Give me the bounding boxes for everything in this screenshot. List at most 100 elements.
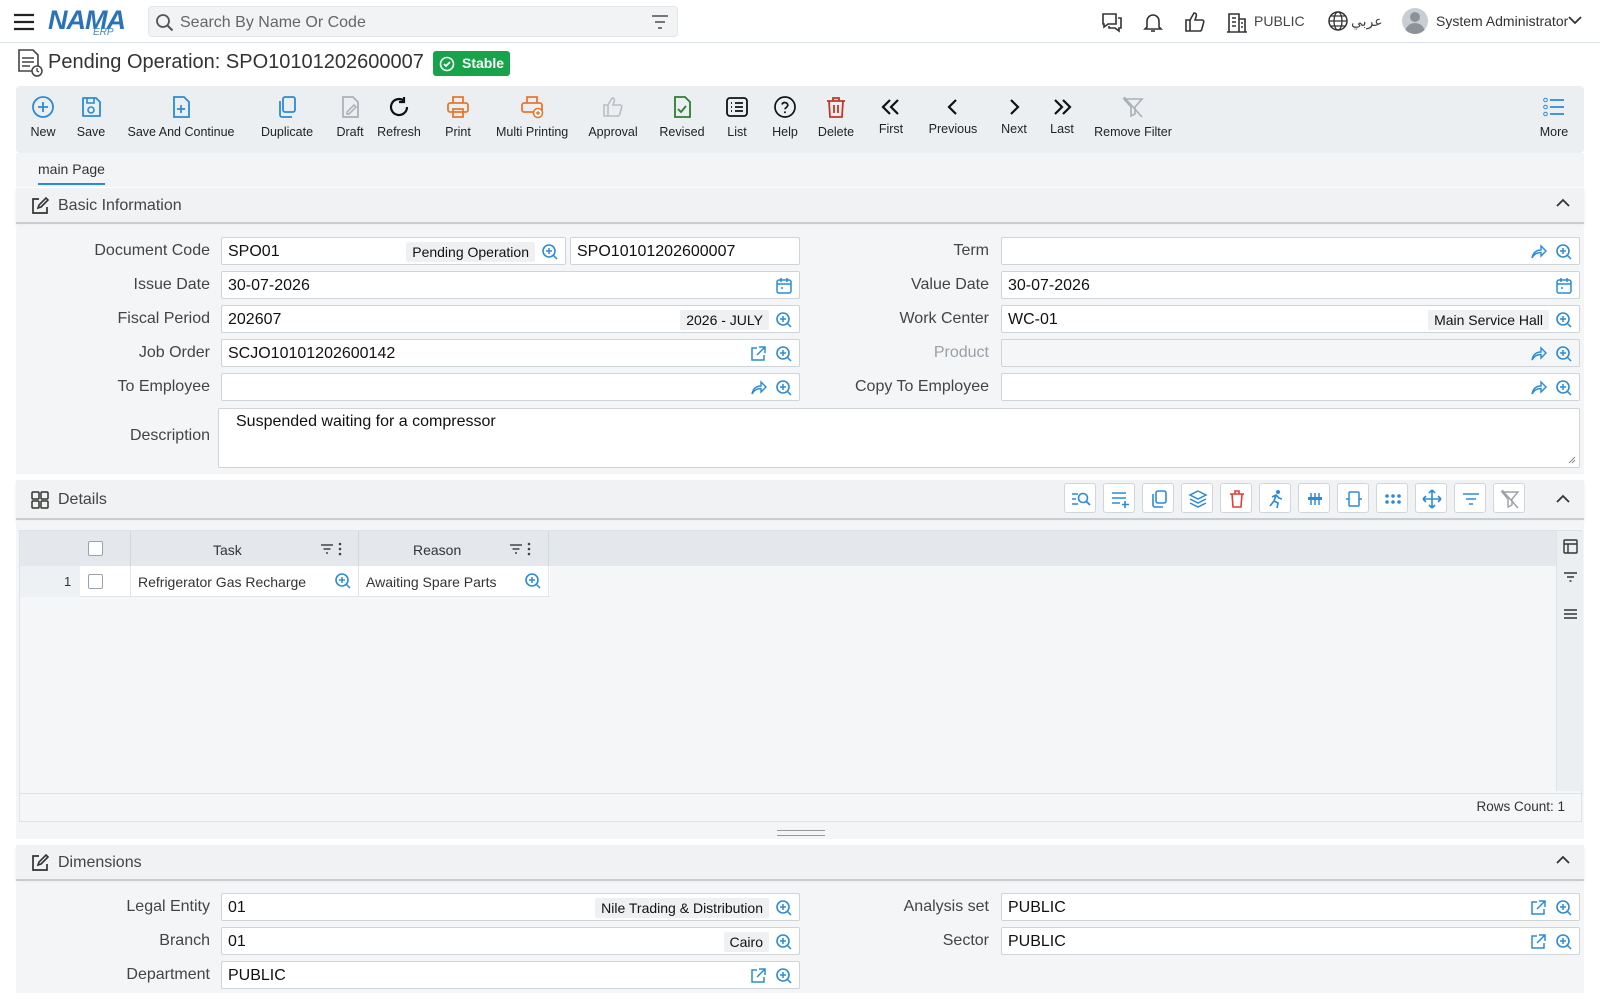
column-filter-icon[interactable] [320,543,334,555]
dots-grid-button[interactable] [1376,483,1408,513]
new-button[interactable]: New [24,86,62,153]
resize-handle-icon[interactable] [1566,454,1576,464]
value-date-field[interactable]: 30-07-2026 [1001,271,1580,299]
calendar-icon[interactable] [775,277,793,295]
to-employee-field[interactable] [221,373,800,401]
refresh-button[interactable]: Refresh [373,86,425,153]
lookup-icon[interactable] [334,572,352,590]
document-code-field[interactable]: SPO01 Pending Operation [221,237,566,265]
lookup-icon[interactable] [775,345,793,363]
bell-icon[interactable] [1141,10,1165,34]
external-link-icon[interactable] [1529,899,1547,917]
help-button[interactable]: Help [770,86,800,153]
chevron-up-icon[interactable] [1556,198,1570,208]
external-link-icon[interactable] [749,967,767,985]
issue-date-field[interactable]: 30-07-2026 [221,271,800,299]
search-input[interactable]: Search By Name Or Code [180,14,366,32]
menu-lines-icon[interactable] [1563,608,1578,620]
previous-button[interactable]: Previous [928,86,978,153]
fiscal-period-field[interactable]: 202607 2026 - JULY [221,305,800,333]
lookup-icon[interactable] [775,899,793,917]
external-link-icon[interactable] [1529,933,1547,951]
share-icon[interactable] [749,379,767,397]
term-field[interactable] [1001,237,1580,265]
resize-splitter[interactable] [777,830,825,836]
lookup-icon[interactable] [524,572,542,590]
globe-icon[interactable] [1327,10,1349,32]
calendar-icon[interactable] [1555,277,1573,295]
tab-main-page[interactable]: main Page [38,161,105,185]
first-button[interactable]: First [874,86,908,153]
job-order-field[interactable]: SCJO10101202600142 [221,339,800,367]
layers-button[interactable] [1181,483,1213,513]
sector-field[interactable]: PUBLIC [1001,927,1580,955]
app-logo[interactable]: NAMA ERP [48,3,132,38]
move-button[interactable] [1415,483,1447,513]
print-button[interactable]: Print [438,86,478,153]
column-header-reason[interactable]: Reason [413,542,461,558]
lookup-icon[interactable] [775,967,793,985]
table-row[interactable]: 1 Refrigerator Gas Recharge Awaiting Spa… [20,566,550,597]
task-cell[interactable]: Refrigerator Gas Recharge [138,574,306,590]
product-field[interactable] [1001,339,1580,367]
lookup-icon[interactable] [1555,933,1573,951]
external-link-icon[interactable] [749,345,767,363]
lookup-icon[interactable] [1555,899,1573,917]
global-search[interactable]: Search By Name Or Code [148,6,678,37]
select-all-checkbox[interactable] [88,541,103,556]
column-filter-icon[interactable] [509,543,523,555]
legal-entity-field[interactable]: 01 Nile Trading & Distribution [221,893,800,921]
basic-information-header[interactable]: Basic Information [16,188,1584,224]
avatar[interactable] [1402,8,1428,34]
column-menu-icon[interactable] [338,542,342,556]
department-field[interactable]: PUBLIC [221,961,800,989]
share-icon[interactable] [1529,345,1547,363]
merge-columns-button[interactable] [1298,483,1330,513]
draft-button[interactable]: Draft [328,86,372,153]
building-icon[interactable] [1226,10,1248,34]
add-row-button[interactable] [1103,483,1135,513]
fit-columns-button[interactable] [1337,483,1369,513]
thumbs-up-icon[interactable] [1183,10,1207,34]
reason-cell[interactable]: Awaiting Spare Parts [366,574,496,590]
approval-button[interactable]: Approval [586,86,640,153]
next-button[interactable]: Next [998,86,1030,153]
chat-icon[interactable] [1100,10,1124,34]
lookup-icon[interactable] [1555,311,1573,329]
chevron-down-icon[interactable] [1568,15,1582,25]
filter-icon[interactable] [1563,571,1578,583]
lookup-icon[interactable] [775,379,793,397]
document-number-field[interactable]: SPO10101202600007 [570,237,800,265]
grid-filter-button[interactable] [1454,483,1486,513]
grid-remove-filter-button[interactable] [1493,483,1525,513]
more-button[interactable]: More [1538,86,1570,153]
list-button[interactable]: List [722,86,752,153]
run-icon[interactable] [1259,483,1291,513]
user-name[interactable]: System Administrator [1436,13,1568,29]
duplicate-button[interactable]: Duplicate [256,86,318,153]
lookup-icon[interactable] [775,311,793,329]
description-textarea[interactable]: Suspended waiting for a compressor [218,408,1580,468]
work-center-field[interactable]: WC-01 Main Service Hall [1001,305,1580,333]
share-icon[interactable] [1529,379,1547,397]
last-button[interactable]: Last [1046,86,1078,153]
dimensions-header[interactable]: Dimensions [16,845,1584,881]
chevron-up-icon[interactable] [1556,855,1570,865]
hamburger-menu-icon[interactable] [12,11,36,33]
lookup-icon[interactable] [1555,243,1573,261]
multi-printing-button[interactable]: Multi Printing [496,86,568,153]
lookup-icon[interactable] [541,243,559,261]
columns-icon[interactable] [1563,539,1578,554]
column-header-task[interactable]: Task [213,542,242,558]
copy-to-employee-field[interactable] [1001,373,1580,401]
company-selector[interactable]: PUBLIC [1254,13,1305,29]
save-and-continue-button[interactable]: Save And Continue [126,86,236,153]
revised-button[interactable]: Revised [656,86,708,153]
filter-icon[interactable] [651,14,669,30]
copy-rows-button[interactable] [1142,483,1174,513]
delete-button[interactable]: Delete [817,86,855,153]
remove-filter-button[interactable]: Remove Filter [1094,86,1172,153]
branch-field[interactable]: 01 Cairo [221,927,800,955]
save-button[interactable]: Save [72,86,110,153]
lookup-icon[interactable] [1555,379,1573,397]
